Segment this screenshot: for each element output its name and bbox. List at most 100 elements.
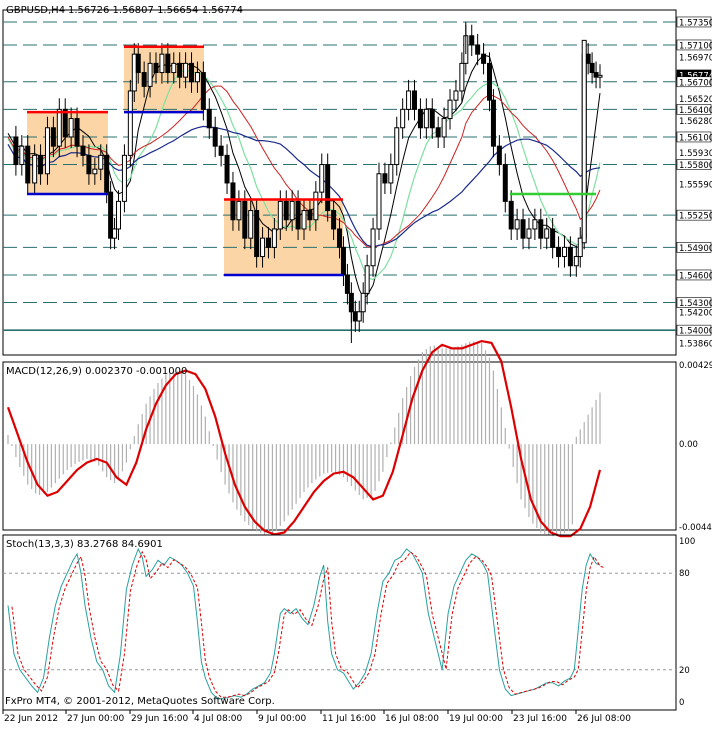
candle-body (116, 200, 122, 230)
candle-body (486, 62, 492, 101)
candle-body (352, 311, 358, 322)
candle-body (307, 210, 313, 221)
x-tick-label: 26 Jul 08:00 (577, 714, 631, 724)
spike-candle (581, 39, 587, 244)
candle-body (135, 53, 141, 74)
price-tick-label: 1.56520 (679, 95, 712, 105)
candle-body (74, 118, 80, 147)
candle-body (344, 274, 350, 294)
candle-body (141, 72, 147, 87)
candle-body (481, 53, 487, 64)
candle-body (417, 108, 423, 129)
candle-body (254, 210, 260, 258)
candle-body (496, 145, 502, 166)
candle-body (567, 246, 573, 267)
candle-body (356, 311, 362, 322)
candle-body (260, 237, 266, 258)
candle-body (429, 108, 435, 129)
candle-body (25, 145, 31, 184)
candle-body (218, 145, 224, 156)
copyright-label: FxPro MT4, © 2001-2012, MetaQuotes Softw… (5, 696, 275, 707)
candle-body (520, 219, 526, 239)
x-tick-label: 9 Jul 00:00 (258, 714, 307, 724)
candle-body (370, 228, 376, 267)
candle-body (19, 145, 25, 166)
candle-body (313, 191, 319, 221)
candle-body (394, 127, 400, 166)
candle-body (388, 164, 394, 184)
gbpusd-h4-chart: 1.57350 1.57100 1.56970 1.56774 1.56700 1.565… (0, 0, 712, 725)
candle-body (131, 53, 137, 92)
candle-body (127, 90, 133, 156)
candle-body (171, 62, 177, 74)
candle-body (283, 200, 289, 221)
x-tick-label: 22 Jun 2012 (4, 714, 58, 724)
macd-tick-label: 0.00429 (679, 361, 712, 371)
price-tick-label: 1.55930 (679, 149, 712, 159)
candle-body (121, 154, 127, 202)
x-tick-label: 27 Jun 00:00 (67, 714, 124, 724)
ohlc-label: 1.56726 1.56807 1.56654 1.56774 (68, 5, 243, 16)
x-tick-label: 29 Jun 16:00 (131, 714, 188, 724)
candle-body (412, 90, 418, 110)
candle-body (80, 145, 86, 156)
x-tick-label: 11 Jul 16:00 (322, 714, 376, 724)
candle-body (236, 200, 242, 221)
chart-svg: 1.573501.571001.569701.567741.567001.565… (0, 0, 712, 725)
candle-body (441, 118, 447, 138)
candle-body (265, 237, 271, 248)
candle-body (382, 173, 388, 184)
candle-body (112, 228, 118, 239)
candle-body (194, 72, 200, 83)
candle-body (62, 108, 68, 138)
candle-body (502, 164, 508, 202)
x-tick-label: 16 Jul 08:00 (385, 714, 439, 724)
candle-body (514, 219, 520, 230)
candle-body (406, 90, 412, 110)
stoch-label: Stoch(13,3,3) 83.2768 84.6901 (6, 539, 163, 550)
candle-body (364, 265, 370, 294)
candle-body (585, 53, 591, 64)
candle-body (165, 53, 171, 74)
candle-body (212, 127, 218, 147)
candle-body (56, 108, 62, 147)
candle-body (153, 62, 159, 74)
candle-body (532, 219, 538, 230)
candle-body (230, 182, 236, 221)
stoch-tick-label: 80 (679, 569, 690, 579)
candle-body (189, 62, 195, 83)
candle-body (589, 62, 595, 74)
candle-body (593, 72, 599, 78)
candle-body (325, 164, 331, 212)
candle-body (561, 246, 567, 258)
candle-body (86, 154, 92, 175)
candle-body (32, 154, 38, 184)
candle-body (147, 62, 153, 87)
candle-body (108, 191, 114, 239)
candle-body (526, 228, 532, 239)
candle-body (490, 99, 496, 147)
x-tick-label: 19 Jul 00:00 (449, 714, 503, 724)
price-tick-label: 1.56400 (679, 106, 712, 116)
candle-body (340, 246, 346, 276)
candle-body (301, 210, 307, 230)
candle-body (475, 44, 481, 55)
candle-body (453, 90, 459, 101)
candle-body (177, 62, 183, 78)
candle-body (459, 62, 465, 92)
instrument-label: GBPUSD,H4 (6, 5, 65, 16)
candle-body (337, 228, 343, 248)
price-tick-label: 1.53860 (679, 340, 712, 350)
candle-body (295, 200, 301, 230)
candle-body (469, 35, 475, 46)
candle-body (550, 228, 556, 248)
candle-body (38, 154, 44, 175)
macd-tick-label: 0.00 (679, 440, 698, 450)
macd-tick-label: -0.00449 (679, 523, 712, 533)
x-tick-label: 4 Jul 08:00 (194, 714, 243, 724)
candle-body (556, 246, 562, 258)
candle-body (277, 200, 283, 230)
candle-body (508, 200, 514, 230)
candle-body (271, 228, 277, 248)
price-tick-label: 1.55590 (679, 180, 712, 190)
